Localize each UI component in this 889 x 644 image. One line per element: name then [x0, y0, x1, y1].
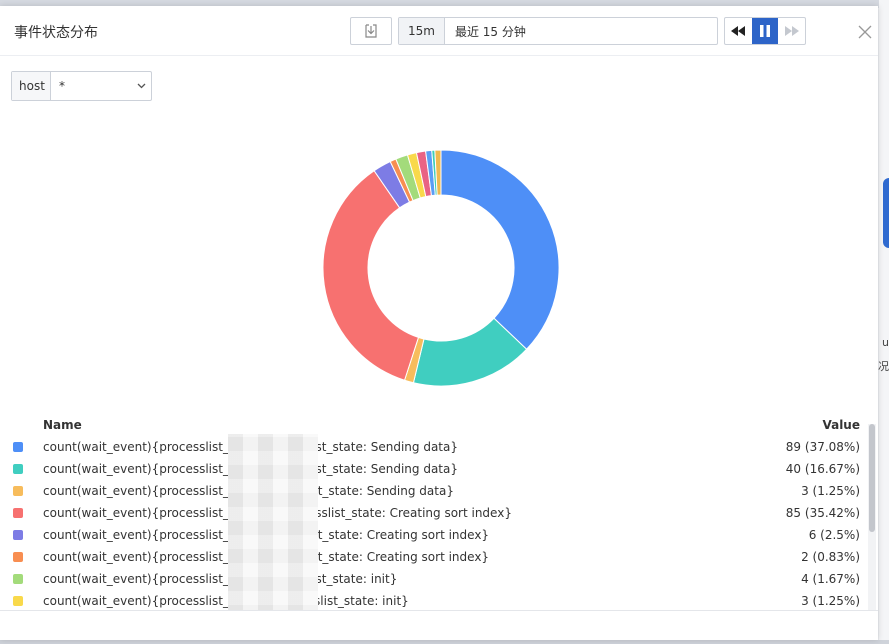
legend-swatch	[13, 508, 23, 518]
dialog-header: 事件状态分布 15m 最近 15 分钟	[0, 6, 878, 56]
legend-value-header: Value	[822, 418, 860, 432]
background-page-edge: u 况	[878, 0, 889, 644]
legend-row-value: 85 (35.42%)	[785, 506, 860, 520]
legend-row[interactable]: count(wait_event){processlist_host: 1 pr…	[0, 590, 866, 612]
close-icon	[858, 25, 872, 39]
legend-table: Name Value count(wait_event){processlist…	[0, 414, 878, 610]
background-accent-tab	[883, 178, 889, 248]
scrollbar-thumb[interactable]	[869, 424, 875, 532]
legend-row-name: count(wait_event){processlist_host: 1 pr…	[43, 594, 409, 608]
chevron-down-icon	[131, 83, 151, 89]
legend-row[interactable]: count(wait_event){processlist_host proce…	[0, 480, 866, 502]
host-filter[interactable]: host *	[11, 71, 152, 101]
dialog-footer	[0, 610, 878, 640]
rewind-button[interactable]	[725, 18, 752, 44]
host-filter-label: host	[12, 72, 51, 100]
legend-row-value: 3 (1.25%)	[801, 594, 860, 608]
legend-header: Name Value	[0, 414, 866, 436]
event-state-dialog: 事件状态分布 15m 最近 15 分钟 host * Name Value co…	[0, 6, 878, 640]
pause-icon	[760, 25, 770, 37]
pause-button[interactable]	[751, 18, 779, 44]
legend-scrollbar[interactable]	[868, 424, 876, 614]
legend-row[interactable]: count(wait_event){processlist_host: proc…	[0, 436, 866, 458]
legend-swatch	[13, 442, 23, 452]
fast-forward-button[interactable]	[778, 18, 805, 44]
legend-swatch	[13, 574, 23, 584]
background-text: 况	[878, 360, 889, 373]
legend-swatch	[13, 486, 23, 496]
fast-forward-icon	[784, 26, 799, 36]
legend-row-value: 2 (0.83%)	[801, 550, 860, 564]
legend-row[interactable]: count(wait_event){processlist_host proce…	[0, 546, 866, 568]
download-button[interactable]	[350, 17, 392, 45]
background-bottom-edge	[0, 640, 889, 644]
legend-row-value: 6 (2.5%)	[808, 528, 860, 542]
background-text: u	[882, 336, 889, 349]
legend-rows: count(wait_event){processlist_host: proc…	[0, 436, 866, 612]
legend-row-value: 40 (16.67%)	[785, 462, 860, 476]
donut-slice[interactable]	[440, 149, 560, 350]
legend-row-value: 4 (1.67%)	[801, 572, 860, 586]
rewind-icon	[731, 26, 746, 36]
legend-row-value: 3 (1.25%)	[801, 484, 860, 498]
legend-name-header: Name	[43, 418, 82, 432]
redacted-area	[228, 434, 318, 619]
close-button[interactable]	[858, 24, 874, 40]
time-range-picker[interactable]: 15m 最近 15 分钟	[398, 17, 718, 45]
donut-chart	[322, 149, 560, 387]
legend-swatch	[13, 464, 23, 474]
dialog-title: 事件状态分布	[14, 25, 98, 41]
legend-swatch	[13, 552, 23, 562]
legend-row[interactable]: count(wait_event){processlist_host proce…	[0, 524, 866, 546]
legend-row[interactable]: count(wait_event){processlist_host 44, p…	[0, 502, 866, 524]
legend-swatch	[13, 596, 23, 606]
download-icon	[365, 24, 377, 38]
time-range-tag: 15m	[399, 18, 445, 44]
playback-controls	[724, 17, 806, 45]
legend-row-name: count(wait_event){processlist_host: proc…	[43, 572, 398, 586]
host-filter-value: *	[59, 79, 65, 93]
legend-row[interactable]: count(wait_event){processlist_host: proc…	[0, 458, 866, 480]
legend-swatch	[13, 530, 23, 540]
time-range-text: 最近 15 分钟	[454, 24, 526, 39]
legend-row[interactable]: count(wait_event){processlist_host: proc…	[0, 568, 866, 590]
legend-row-value: 89 (37.08%)	[785, 440, 860, 454]
